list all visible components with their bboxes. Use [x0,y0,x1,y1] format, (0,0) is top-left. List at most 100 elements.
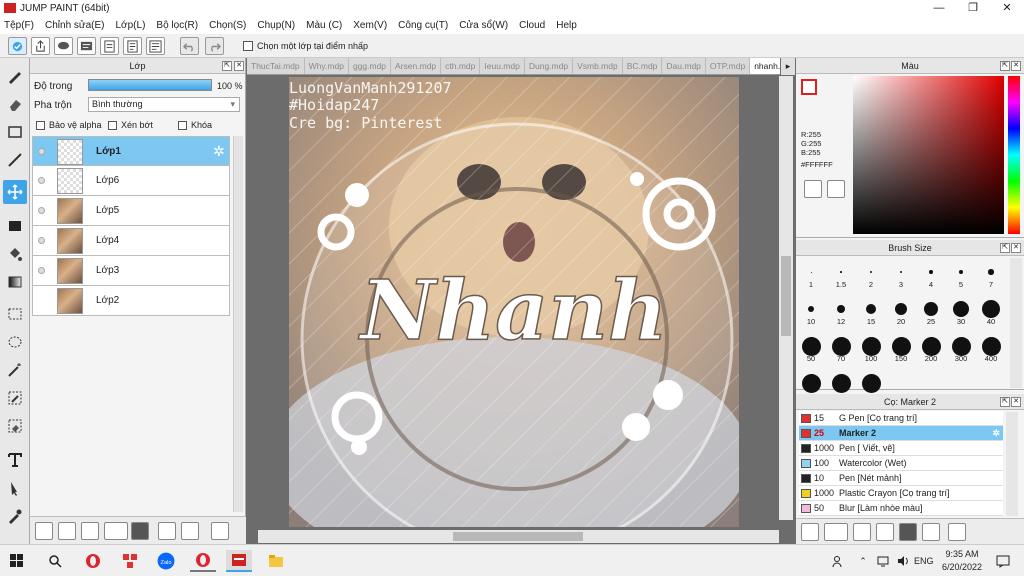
zalo-icon[interactable]: Zalo [153,550,179,572]
message-icon[interactable] [77,37,96,55]
brush-size-cell[interactable]: 150 [886,332,916,363]
comment-icon[interactable] [54,37,73,55]
brush-size-cell[interactable]: 10 [796,295,826,326]
pen-page-icon[interactable] [853,523,871,541]
text-tool-icon[interactable] [3,448,27,472]
app-grid-icon[interactable] [117,550,143,572]
primary-color-swatch[interactable] [801,79,817,95]
new-layer-icon[interactable] [35,522,53,540]
visibility-icon[interactable] [38,237,45,244]
visibility-icon[interactable] [38,207,45,214]
line-tool-icon[interactable] [3,148,27,172]
clock-time[interactable]: 9:35 AM [942,549,982,559]
document-tab[interactable]: Vsmb.mdp [573,58,623,74]
brush-size-cell[interactable] [826,369,856,393]
bucket-tool-icon[interactable] [3,242,27,266]
brush-size-cell[interactable]: 5 [946,258,976,289]
eyedropper-tool-icon[interactable] [3,504,27,528]
layer-row[interactable]: Lớp6 [32,166,230,196]
brush-size-cell[interactable]: 4 [916,258,946,289]
layer-row[interactable]: Lớp3 [32,256,230,286]
palette-icon[interactable] [804,180,822,198]
menu-help[interactable]: Help [556,20,577,31]
menu-select[interactable]: Chọn(S) [209,20,246,31]
layer-row[interactable]: Lớp2 [32,286,230,316]
visibility-icon[interactable] [38,267,45,274]
new-8bit-layer-icon[interactable] [58,522,76,540]
menu-filter[interactable]: Bộ lọc(R) [156,20,198,31]
duplicate-icon[interactable] [158,522,176,540]
jump-paint-icon[interactable] [226,550,252,572]
panel-close-icon[interactable]: ✕ [1011,243,1021,253]
pen-row[interactable]: 10 Pen [Nét mảnh] [799,471,1003,486]
document-tab[interactable]: Why.mdp [305,58,349,74]
document-tab[interactable]: Arsen.mdp [391,58,442,74]
protect-alpha-checkbox[interactable] [36,121,45,130]
brush-tool-icon[interactable] [3,64,27,88]
palette-settings-icon[interactable] [827,180,845,198]
eraser-tool-icon[interactable] [3,92,27,116]
pen-row-selected[interactable]: 25 Marker 2 ✲ [799,426,1003,441]
document-tab[interactable]: Dau.mdp [662,58,706,74]
lasso-select-tool-icon[interactable] [3,330,27,354]
clock-date[interactable]: 6/20/2022 [938,562,986,572]
layer-row[interactable]: Lớp4 [32,226,230,256]
visibility-icon[interactable] [38,177,45,184]
tab-scroll-icon[interactable]: ▸ [781,58,795,75]
operation-tool-icon[interactable] [3,476,27,500]
folder-icon[interactable] [131,522,149,540]
hue-slider[interactable] [1008,76,1020,234]
menu-view[interactable]: Xem(V) [353,20,387,31]
pen-row[interactable]: 1000 Plastic Crayon [Cọ trang trí] [799,486,1003,501]
menu-tools[interactable]: Công cụ(T) [398,20,448,31]
select-eraser-tool-icon[interactable] [3,414,27,438]
gear-icon[interactable]: ✲ [213,143,225,160]
horizontal-scrollbar[interactable] [258,530,779,543]
brush-size-cell[interactable]: 100 [856,332,886,363]
brush-size-cell[interactable]: 1 [796,258,826,289]
document-tab[interactable]: ThucTai.mdp [247,58,305,74]
brush-size-cell[interactable]: 3 [886,258,916,289]
cloud-save-icon[interactable] [8,37,27,55]
pen-copy-icon[interactable] [876,523,894,541]
brush-size-cell[interactable]: 40 [976,295,1006,326]
pen-row[interactable]: 15 G Pen [Cọ trang trí] [799,411,1003,426]
language-indicator[interactable]: ENG [914,556,934,566]
visibility-icon[interactable] [38,148,45,155]
panel-pin-icon[interactable]: ⇱ [222,61,232,71]
lock-checkbox[interactable] [178,121,187,130]
trash-icon[interactable] [211,522,229,540]
share-icon[interactable] [31,37,50,55]
clipping-checkbox[interactable] [108,121,117,130]
panel-close-icon[interactable]: ✕ [234,61,244,71]
file-explorer-icon[interactable] [263,550,289,572]
people-icon[interactable] [826,550,852,572]
vertical-scrollbar[interactable] [779,76,793,520]
brush-size-cell[interactable]: 2 [856,258,886,289]
notification-icon[interactable] [990,550,1016,572]
opera-icon[interactable] [80,550,106,572]
brush-size-cell[interactable] [856,369,886,393]
menu-cloud[interactable]: Cloud [519,20,545,31]
layer-row[interactable]: Lớp5 [32,196,230,226]
panel-pin-icon[interactable]: ⇱ [1000,61,1010,71]
panel-pin-icon[interactable]: ⇱ [1000,397,1010,407]
magic-wand-tool-icon[interactable] [3,358,27,382]
new-pen-icon[interactable] [801,523,819,541]
document-tab[interactable]: Dung.mdp [525,58,574,74]
rect-select-tool-icon[interactable] [3,302,27,326]
maximize-button[interactable]: ❐ [956,0,990,16]
document-tab-active[interactable]: nhanh.mdp [750,58,780,74]
document-tab[interactable]: BC.mdp [623,58,663,74]
windows-start-icon[interactable] [4,550,30,572]
document-tab[interactable]: cth.mdp [441,58,481,74]
close-button[interactable]: ✕ [990,0,1024,16]
rectangle-tool-icon[interactable] [3,120,27,144]
brush-size-cell[interactable]: 200 [916,332,946,363]
brush-size-cell[interactable]: 7 [976,258,1006,289]
move-tool-icon[interactable] [3,180,27,204]
merge-down-icon[interactable] [181,522,199,540]
minimize-button[interactable]: — [922,0,956,16]
brush-size-cell[interactable]: 1.5 [826,258,856,289]
pen-row[interactable]: 1000 Pen [ Viết, vẽ] [799,441,1003,456]
